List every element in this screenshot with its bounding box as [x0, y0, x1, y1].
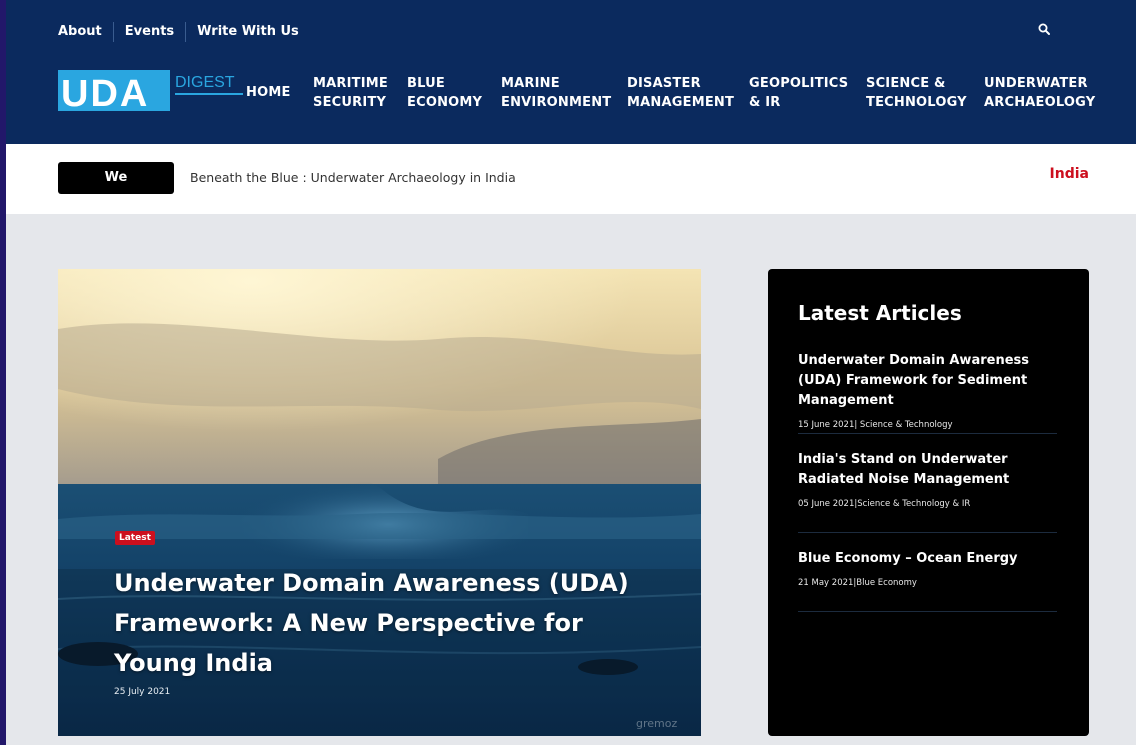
top-links: About Events Write With Us — [58, 22, 310, 42]
article-meta: 21 May 2021|Blue Economy — [798, 578, 917, 588]
main-content: Latest Underwater Domain Awareness (UDA)… — [6, 214, 1136, 745]
nav-underwater-archaeology[interactable]: UNDERWATER ARCHAEOLOGY — [984, 74, 1095, 112]
featured-article-date: 25 July 2021 — [114, 687, 171, 697]
latest-article-item[interactable]: Underwater Domain Awareness (UDA) Framew… — [798, 351, 1057, 434]
top-link-events[interactable]: Events — [112, 22, 185, 42]
top-link-write-with-us[interactable]: Write With Us — [185, 22, 310, 42]
nav-marine-environment[interactable]: MARINE ENVIRONMENT — [501, 74, 627, 112]
latest-article-item[interactable]: India's Stand on Underwater Radiated Noi… — [798, 450, 1057, 533]
featured-article[interactable]: Latest Underwater Domain Awareness (UDA)… — [58, 269, 701, 736]
image-watermark: gremoz — [636, 717, 678, 730]
latest-articles-heading: Latest Articles — [798, 301, 962, 325]
article-meta: 05 June 2021|Science & Technology & IR — [798, 499, 971, 509]
latest-articles-panel: Latest Articles Underwater Domain Awaren… — [768, 269, 1089, 736]
article-meta: 15 June 2021| Science & Technology — [798, 420, 953, 430]
site-header: About Events Write With Us UDA DIGEST HO… — [6, 0, 1136, 144]
recommended-article-link[interactable]: Beneath the Blue : Underwater Archaeolog… — [190, 170, 516, 185]
search-icon[interactable] — [1037, 22, 1053, 38]
svg-text:DIGEST: DIGEST — [175, 74, 235, 91]
latest-article-item[interactable]: Blue Economy – Ocean Energy 21 May 2021|… — [798, 549, 1057, 612]
nav-geopolitics-ir[interactable]: GEOPOLITICS & IR — [749, 74, 866, 112]
article-title[interactable]: Underwater Domain Awareness (UDA) Framew… — [798, 351, 1057, 411]
nav-disaster-management[interactable]: DISASTER MANAGEMENT — [627, 74, 749, 112]
latest-badge: Latest — [115, 531, 155, 545]
nav-science-technology[interactable]: SCIENCE & TECHNOLOGY — [866, 74, 984, 112]
we-recommend-label: We Recommend — [58, 162, 174, 217]
nav-blue-economy[interactable]: BLUE ECONOMY — [407, 74, 501, 112]
article-title[interactable]: India's Stand on Underwater Radiated Noi… — [798, 450, 1057, 490]
featured-article-title[interactable]: Underwater Domain Awareness (UDA) Framew… — [114, 563, 674, 683]
recommend-bar: We Recommend Beneath the Blue : Underwat… — [6, 144, 1136, 217]
recommend-category-tag[interactable]: India — [1050, 166, 1089, 182]
nav-home[interactable]: HOME — [246, 83, 313, 102]
site-logo[interactable]: UDA DIGEST — [58, 70, 243, 112]
main-nav: HOME MARITIME SECURITY BLUE ECONOMY MARI… — [246, 74, 1136, 112]
nav-maritime-security[interactable]: MARITIME SECURITY — [313, 74, 407, 112]
svg-text:UDA: UDA — [61, 73, 149, 112]
top-link-about[interactable]: About — [58, 22, 113, 42]
article-title[interactable]: Blue Economy – Ocean Energy — [798, 549, 1057, 569]
